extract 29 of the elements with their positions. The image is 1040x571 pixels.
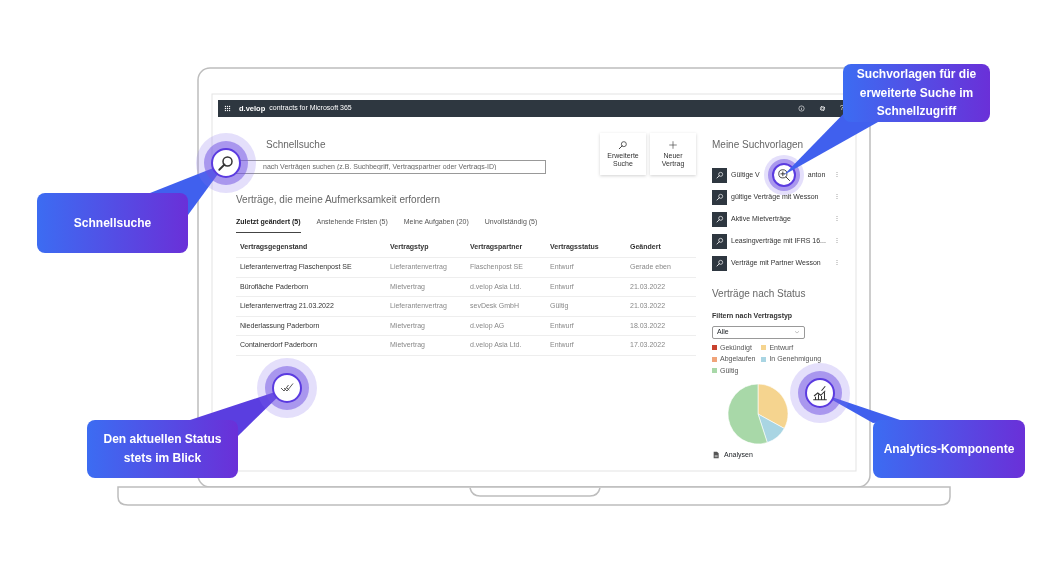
- search-icon: [618, 139, 628, 150]
- search-icon: [715, 215, 724, 223]
- saved-search-button[interactable]: [712, 211, 727, 227]
- section-title: Verträge, die meine Aufmerksamkeit erfordern: [236, 193, 441, 207]
- section-title: Meine Suchvorlagen: [712, 138, 805, 152]
- callout-label: Schnellsuche: [37, 193, 188, 253]
- chevron-down-icon: [794, 329, 800, 335]
- search-icon: [715, 237, 724, 245]
- saved-search-button[interactable]: [712, 167, 727, 183]
- info-icon[interactable]: [798, 105, 806, 112]
- section-title: Verträge nach Status: [712, 287, 807, 301]
- saved-search-button[interactable]: [712, 233, 727, 249]
- search-icon: [715, 193, 724, 201]
- search-icon: [217, 154, 235, 172]
- zoom-in-icon: [776, 168, 791, 182]
- search-icon: [715, 171, 724, 179]
- growth-chart-icon: [811, 384, 829, 402]
- callout-label: Suchvorlagen für die erweiterte Suche im Schnellzugriff: [843, 64, 990, 122]
- callout-label: Den aktuellen Status stets im Blick: [87, 420, 238, 478]
- plus-icon: [668, 139, 678, 150]
- settings-icon[interactable]: [819, 105, 827, 112]
- pie-chart-drawing: [726, 382, 790, 446]
- search-icon: [715, 259, 724, 267]
- document-icon: [712, 451, 720, 460]
- app-launcher-icon[interactable]: [224, 105, 231, 112]
- saved-search-button[interactable]: [712, 255, 727, 271]
- saved-search-button[interactable]: [712, 189, 727, 205]
- callout-label: Analytics-Komponente: [873, 420, 1025, 478]
- section-title: Schnellsuche: [266, 138, 327, 152]
